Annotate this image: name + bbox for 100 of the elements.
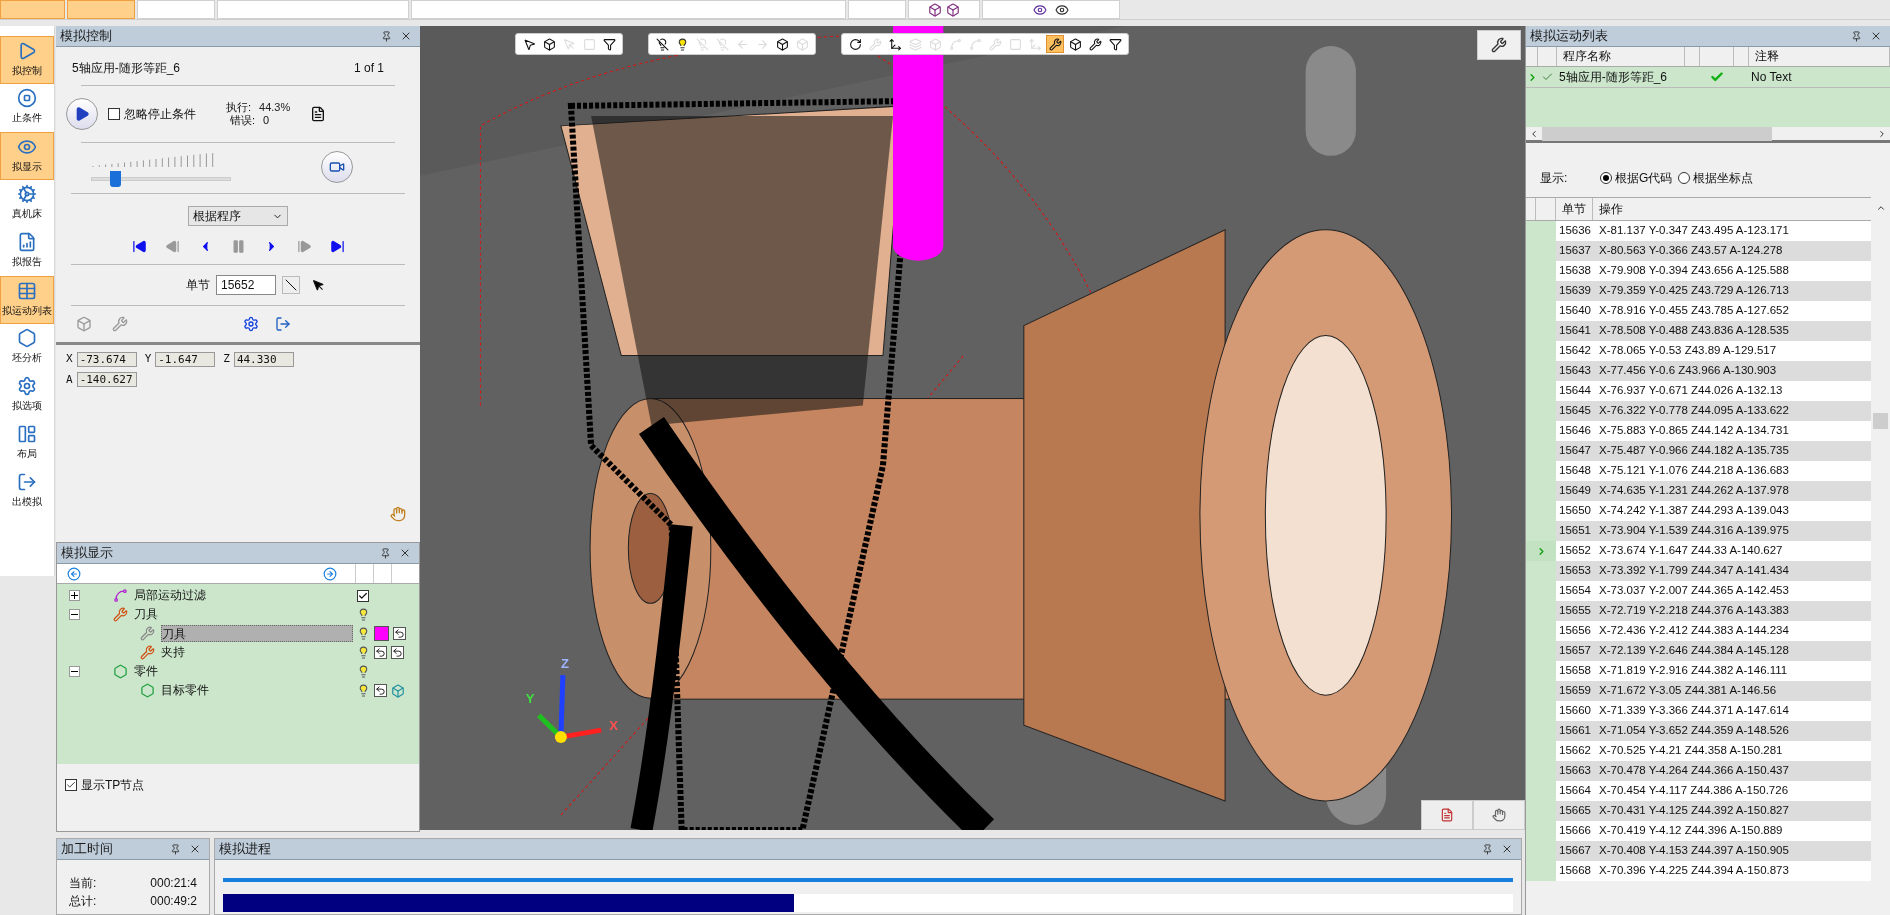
program-row[interactable]: 5轴应用-随形等距_6 No Text: [1526, 67, 1890, 88]
pin-icon[interactable]: [1482, 843, 1493, 855]
speed-slider-thumb[interactable]: [109, 171, 121, 187]
table-row[interactable]: 15657 X-72.139 Y-2.646 Z44.384 A-145.128: [1556, 641, 1871, 661]
table-row[interactable]: 15637 X-80.563 Y-0.366 Z43.57 A-124.278: [1556, 241, 1871, 261]
ribbon-button[interactable]: [848, 0, 906, 19]
sidebar-item[interactable]: 出模拟: [0, 468, 54, 516]
close-icon[interactable]: [400, 30, 412, 42]
view-button[interactable]: [1421, 800, 1473, 830]
table-row[interactable]: 15667 X-70.408 Y-4.153 Z44.397 A-150.905: [1556, 841, 1871, 861]
table-row[interactable]: 15652 X-73.674 Y-1.647 Z44.33 A-140.627: [1556, 541, 1871, 561]
tree-item[interactable]: 刀具: [134, 606, 353, 623]
report-icon[interactable]: [310, 106, 327, 122]
table-row[interactable]: 15639 X-79.359 Y-0.425 Z43.729 A-126.713: [1556, 281, 1871, 301]
table-row[interactable]: 15645 X-76.322 Y-0.778 Z44.095 A-133.622: [1556, 401, 1871, 421]
reset-icon[interactable]: [374, 646, 387, 659]
expand-toggle[interactable]: [69, 666, 80, 677]
zoom-icon[interactable]: [1055, 2, 1069, 17]
tree-item[interactable]: 目标零件: [161, 682, 353, 699]
zoom-icon[interactable]: [1033, 2, 1047, 17]
bulb-icon[interactable]: [357, 684, 370, 697]
reset-icon[interactable]: [393, 627, 406, 640]
ribbon-button[interactable]: [0, 0, 65, 19]
sidebar-item[interactable]: 真机床: [0, 180, 54, 228]
filter-checkbox[interactable]: [357, 589, 369, 602]
tree-item[interactable]: 局部运动过滤: [134, 587, 353, 604]
bulb-icon[interactable]: [357, 665, 370, 678]
last-button[interactable]: [329, 238, 345, 254]
pin-icon[interactable]: [170, 843, 181, 855]
close-icon[interactable]: [189, 843, 201, 855]
tool-icon[interactable]: [112, 316, 128, 332]
block-input[interactable]: 15652: [216, 275, 276, 295]
sidebar-item[interactable]: 止条件: [0, 84, 54, 132]
table-row[interactable]: 15658 X-71.819 Y-2.916 Z44.382 A-146.111: [1556, 661, 1871, 681]
horizontal-scrollbar[interactable]: [1526, 127, 1890, 143]
table-row[interactable]: 15651 X-73.904 Y-1.539 Z44.316 A-139.975: [1556, 521, 1871, 541]
radio-option[interactable]: 根据G代码: [1600, 169, 1673, 187]
table-row[interactable]: 15640 X-78.916 Y-0.455 Z43.785 A-127.652: [1556, 301, 1871, 321]
table-row[interactable]: 15653 X-73.392 Y-1.799 Z44.347 A-141.434: [1556, 561, 1871, 581]
sidebar-item[interactable]: 拟报告: [0, 228, 54, 276]
table-row[interactable]: 15655 X-72.719 Y-2.218 Z44.376 A-143.383: [1556, 601, 1871, 621]
tree-item[interactable]: 刀具: [161, 625, 353, 642]
table-row[interactable]: 15647 X-75.487 Y-0.966 Z44.182 A-135.735: [1556, 441, 1871, 461]
table-row[interactable]: 15650 X-74.242 Y-1.387 Z44.293 A-139.043: [1556, 501, 1871, 521]
tree-item[interactable]: 零件: [134, 663, 353, 680]
table-row[interactable]: 15643 X-77.456 Y-0.6 Z43.966 A-130.903: [1556, 361, 1871, 381]
close-icon[interactable]: [1501, 843, 1513, 855]
table-row[interactable]: 15654 X-73.037 Y-2.007 Z44.365 A-142.453: [1556, 581, 1871, 601]
play-button[interactable]: [66, 98, 98, 130]
table-row[interactable]: 15649 X-74.635 Y-1.231 Z44.262 A-137.978: [1556, 481, 1871, 501]
reset-icon[interactable]: [391, 646, 404, 659]
scrollbar-thumb[interactable]: [1873, 413, 1888, 429]
pin-icon[interactable]: [381, 30, 392, 42]
sidebar-item[interactable]: 坯分析: [0, 324, 54, 372]
table-row[interactable]: 15659 X-71.672 Y-3.05 Z44.381 A-146.56: [1556, 681, 1871, 701]
table-row[interactable]: 15656 X-72.436 Y-2.412 Z44.383 A-144.234: [1556, 621, 1871, 641]
table-row[interactable]: 15660 X-71.339 Y-3.366 Z44.371 A-147.614: [1556, 701, 1871, 721]
table-row[interactable]: 15638 X-79.908 Y-0.394 Z43.656 A-125.588: [1556, 261, 1871, 281]
hand-icon[interactable]: [390, 506, 406, 522]
camera-button[interactable]: [321, 151, 353, 183]
ribbon-button[interactable]: [411, 0, 846, 19]
tree-item[interactable]: 夹持: [161, 644, 353, 661]
table-row[interactable]: 15661 X-71.054 Y-3.652 Z44.359 A-148.526: [1556, 721, 1871, 741]
sidebar-item[interactable]: 拟选项: [0, 372, 54, 420]
close-icon[interactable]: [1870, 30, 1882, 42]
settings-button[interactable]: [1477, 30, 1521, 60]
sidebar-item[interactable]: 布局: [0, 420, 54, 468]
table-row[interactable]: 15642 X-78.065 Y-0.53 Z43.89 A-129.517: [1556, 341, 1871, 361]
ribbon-button[interactable]: [137, 0, 215, 19]
cube-icon[interactable]: [928, 2, 942, 17]
bulb-icon[interactable]: [357, 646, 370, 659]
table-row[interactable]: 15663 X-70.478 Y-4.264 Z44.366 A-150.437: [1556, 761, 1871, 781]
ribbon-button[interactable]: [217, 0, 409, 19]
exit-icon[interactable]: [275, 316, 291, 332]
view-button[interactable]: [1473, 800, 1525, 830]
pin-icon[interactable]: [1851, 30, 1862, 42]
color-swatch[interactable]: [374, 626, 389, 641]
radio-option[interactable]: 根据坐标点: [1678, 169, 1754, 187]
bulb-icon[interactable]: [357, 627, 370, 640]
reset-icon[interactable]: [374, 684, 387, 697]
pin-icon[interactable]: [380, 547, 391, 559]
scroll-left-icon[interactable]: [1529, 128, 1539, 139]
sidebar-item[interactable]: 拟控制: [0, 36, 54, 84]
table-row[interactable]: 15668 X-70.396 Y-4.225 Z44.394 A-150.873: [1556, 861, 1871, 881]
cube-icon[interactable]: [946, 2, 960, 17]
sidebar-item[interactable]: 拟显示: [0, 132, 54, 180]
table-row[interactable]: 15666 X-70.419 Y-4.12 Z44.396 A-150.889: [1556, 821, 1871, 841]
table-row[interactable]: 15664 X-70.454 Y-4.117 Z44.386 A-150.726: [1556, 781, 1871, 801]
bulb-icon[interactable]: [357, 608, 370, 621]
first-button[interactable]: [131, 238, 147, 254]
table-row[interactable]: 15641 X-78.508 Y-0.488 Z43.836 A-128.535: [1556, 321, 1871, 341]
row-indicator[interactable]: [1526, 541, 1556, 561]
table-row[interactable]: 15636 X-81.137 Y-0.347 Z43.495 A-123.171: [1556, 221, 1871, 241]
table-row[interactable]: 15648 X-75.121 Y-1.076 Z44.218 A-136.683: [1556, 461, 1871, 481]
expand-toggle[interactable]: [69, 609, 80, 620]
expand-toggle[interactable]: [69, 590, 80, 601]
show-tp-checkbox[interactable]: 显示TP节点: [65, 776, 419, 794]
ribbon-button[interactable]: [67, 0, 135, 19]
pointer-icon[interactable]: [312, 278, 325, 292]
table-row[interactable]: 15644 X-76.937 Y-0.671 Z44.026 A-132.13: [1556, 381, 1871, 401]
